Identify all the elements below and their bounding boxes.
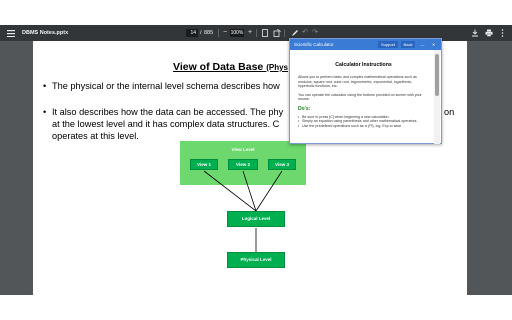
connector-line [242, 170, 257, 212]
fit-page-icon[interactable] [260, 28, 270, 38]
calculator-title: Scientific Calculator [294, 42, 334, 47]
connector-line [255, 170, 283, 212]
dos-item: Use the predefined operations such as π … [298, 124, 429, 129]
redo-icon[interactable]: ↷ [310, 28, 320, 38]
pdf-viewer: DBMS Notes.pptx 14 / 885 − 100% + ↶ ↷ Vi… [0, 0, 512, 320]
connector-line [203, 170, 257, 212]
calculator-instructions: Calculator Instructions Allows you to pe… [290, 50, 441, 144]
instructions-paragraph: You can operate the calculator using the… [298, 92, 422, 102]
viewer-left-margin [0, 41, 33, 295]
print-icon[interactable] [484, 28, 494, 38]
dos-heading: Do's: [298, 106, 311, 113]
support-button[interactable]: Support [378, 41, 398, 48]
logical-level-box: Logical Level [227, 211, 285, 227]
zoom-in-button[interactable]: + [245, 28, 255, 38]
rotate-icon[interactable] [272, 28, 282, 38]
instructions-paragraph: Allows you to perform basic and complex … [298, 75, 417, 89]
physical-level-box: Physical Level [227, 252, 285, 268]
toolbar-divider [256, 29, 257, 37]
zoom-out-button[interactable]: − [220, 28, 230, 38]
scrollbar-thumb[interactable] [435, 54, 439, 96]
toolbar-divider [218, 29, 219, 37]
page-separator: / [200, 30, 202, 36]
calculator-scrollbar[interactable] [434, 50, 440, 144]
annotate-icon[interactable] [290, 28, 300, 38]
download-icon[interactable] [470, 28, 480, 38]
toolbar-divider [284, 29, 285, 37]
minimize-button[interactable]: — [418, 41, 427, 48]
close-button[interactable]: ✕ [429, 41, 438, 48]
zoom-level-input[interactable]: 100% [230, 29, 244, 37]
instructions-heading: Calculator Instructions [335, 62, 392, 68]
page-number-input[interactable]: 14 [186, 29, 198, 37]
viewer-right-margin [467, 41, 512, 295]
page-total: 885 [204, 30, 214, 36]
undo-icon[interactable]: ↶ [300, 28, 310, 38]
viewer-bottom-area [0, 295, 512, 320]
back-button[interactable]: Back [401, 41, 415, 48]
scientific-calculator-popup[interactable]: Scientific Calculator Support Back — ✕ C… [289, 38, 442, 144]
calculator-titlebar[interactable]: Scientific Calculator Support Back — ✕ [290, 39, 441, 50]
hamburger-menu-icon[interactable] [6, 28, 16, 38]
more-icon[interactable] [497, 28, 507, 38]
file-name: DBMS Notes.pptx [22, 30, 69, 36]
